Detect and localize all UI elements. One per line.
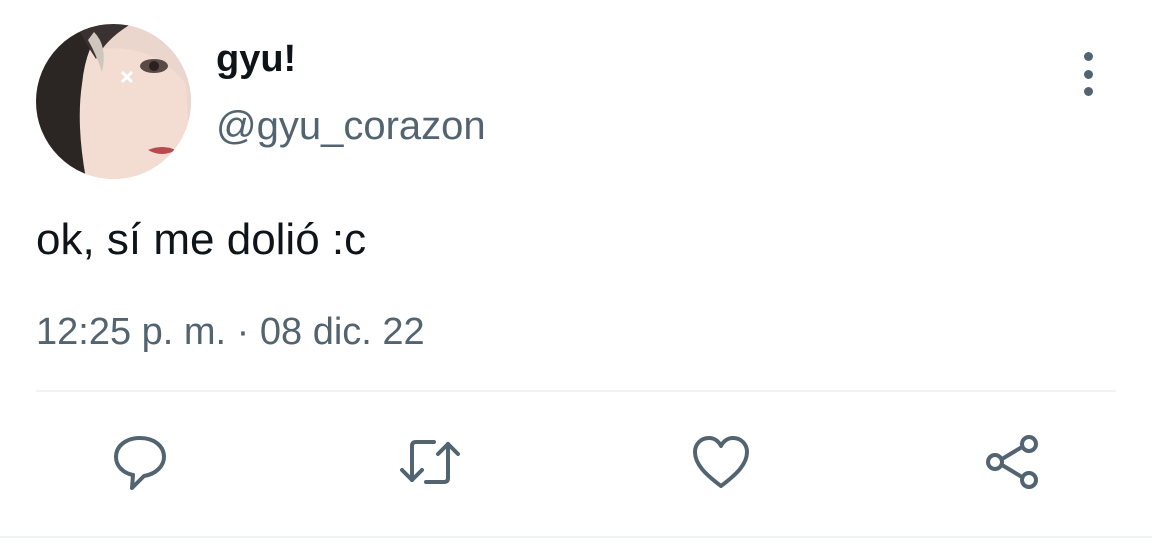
more-options-icon-dot xyxy=(1083,69,1093,79)
like-icon xyxy=(693,436,749,488)
like-button[interactable] xyxy=(689,430,753,494)
share-button[interactable] xyxy=(980,430,1044,494)
tweet-text: ok, sí me dolió :c xyxy=(36,215,367,264)
avatar[interactable] xyxy=(36,24,191,179)
divider xyxy=(36,390,1116,392)
tweet-timestamp[interactable]: 12:25 p. m. · 08 dic. 22 xyxy=(36,313,425,351)
bottom-divider xyxy=(0,536,1152,538)
reply-button[interactable] xyxy=(108,430,172,494)
user-handle[interactable]: @gyu_corazon xyxy=(216,106,486,146)
more-options-button[interactable] xyxy=(1068,52,1108,96)
more-options-icon xyxy=(1083,52,1093,61)
reply-icon xyxy=(114,436,166,490)
more-options-icon-dot xyxy=(1083,87,1093,96)
share-icon xyxy=(986,435,1038,489)
display-name[interactable]: gyu! xyxy=(216,40,296,78)
avatar-image xyxy=(36,24,191,179)
retweet-button[interactable] xyxy=(398,430,462,494)
retweet-icon xyxy=(400,440,460,484)
